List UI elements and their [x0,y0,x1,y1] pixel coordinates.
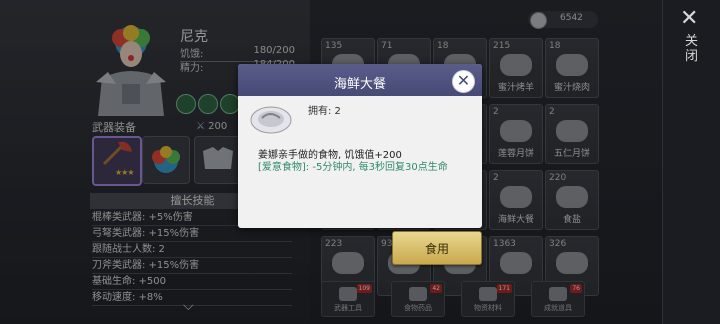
owned-count: 拥有: 2 [308,106,341,117]
dialog-title: 海鲜大餐 [333,77,386,92]
item-detail-dialog: 海鲜大餐 ✕ 拥有: 2 姜娜亲手做的食物, 饥饿值+200 [爱意食物]: -… [238,64,482,228]
close-icon: ✕ [456,71,471,90]
seafood-platter-icon [250,106,292,134]
use-button-label: 食用 [424,242,449,256]
dialog-close-button[interactable]: ✕ [452,70,475,93]
item-effect: [爱意食物]: -5分钟内, 每3秒回复30点生命 [258,162,448,173]
close-label[interactable]: 关闭 [685,34,699,64]
side-close-panel[interactable]: ✕ 关闭 [662,0,720,324]
dialog-header: 海鲜大餐 ✕ [238,64,482,96]
close-icon[interactable]: ✕ [680,8,698,30]
use-button[interactable]: 食用 [392,231,482,265]
